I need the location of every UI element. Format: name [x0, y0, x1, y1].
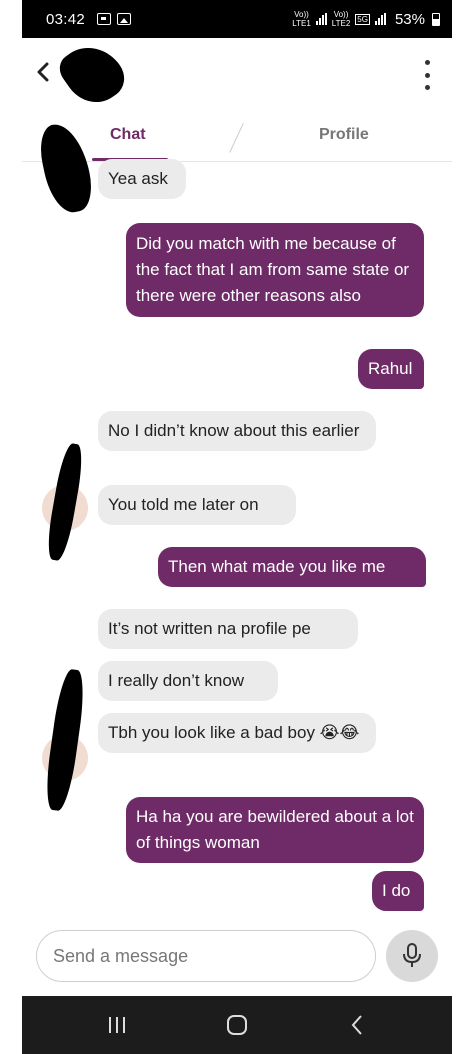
vertical-dots-icon	[424, 60, 430, 65]
recent-apps-button[interactable]	[102, 1012, 132, 1038]
sim1-network: Vo)) LTE1	[292, 10, 311, 28]
message-bubble[interactable]: I do	[372, 871, 424, 911]
message-bubble[interactable]: Yea ask	[98, 159, 186, 199]
signal-icon	[374, 13, 386, 25]
signal-icon	[315, 13, 327, 25]
microphone-icon	[403, 943, 421, 967]
message-input[interactable]	[36, 930, 376, 982]
home-icon	[227, 1015, 247, 1035]
network-type-badge: 5G	[355, 13, 370, 25]
message-bubble[interactable]: Then what made you like me	[158, 547, 426, 587]
sim2-network: Vo)) LTE2	[331, 10, 351, 28]
message-bubble[interactable]: I really don’t know	[98, 661, 278, 701]
redacted-name	[53, 33, 133, 115]
tab-profile[interactable]: Profile	[319, 126, 369, 144]
message-bubble[interactable]: You told me later on	[98, 485, 296, 525]
message-bubble[interactable]: It’s not written na profile pe	[98, 609, 358, 649]
message-notification-icon	[97, 13, 112, 25]
message-bubble[interactable]: Rahul	[358, 349, 424, 389]
message-list: Yea ask Did you match with me because of…	[22, 119, 452, 920]
message-composer	[22, 920, 452, 996]
battery-icon	[432, 12, 440, 26]
back-button[interactable]	[36, 62, 56, 86]
system-nav-bar	[22, 996, 452, 1054]
tab-bar: Chat Profile	[22, 114, 452, 162]
message-bubble[interactable]: No I didn’t know about this earlier	[98, 411, 376, 451]
message-bubble[interactable]: Did you match with me because of the fac…	[126, 223, 424, 317]
battery-percent: 53%	[394, 10, 425, 28]
tab-divider	[229, 123, 244, 153]
more-options-button[interactable]	[422, 60, 432, 90]
chat-header	[22, 33, 452, 115]
message-bubble[interactable]: Tbh you look like a bad boy 😭😂	[98, 713, 376, 753]
recent-apps-icon	[109, 1017, 125, 1033]
back-arrow-icon	[351, 1015, 362, 1035]
tab-chat[interactable]: Chat	[110, 126, 146, 144]
chevron-left-icon	[37, 62, 49, 82]
phone-screen: 03:42 Vo)) LTE1 Vo)) LTE2 5G 53% Chat Pr…	[22, 0, 452, 1054]
status-time: 03:42	[46, 10, 86, 28]
message-bubble[interactable]: Ha ha you are bewildered about a lot of …	[126, 797, 424, 863]
home-button[interactable]	[222, 1012, 252, 1038]
image-notification-icon	[117, 13, 132, 25]
voice-message-button[interactable]	[386, 930, 438, 982]
back-nav-button[interactable]	[342, 1012, 372, 1038]
status-bar: 03:42 Vo)) LTE1 Vo)) LTE2 5G 53%	[22, 0, 452, 38]
